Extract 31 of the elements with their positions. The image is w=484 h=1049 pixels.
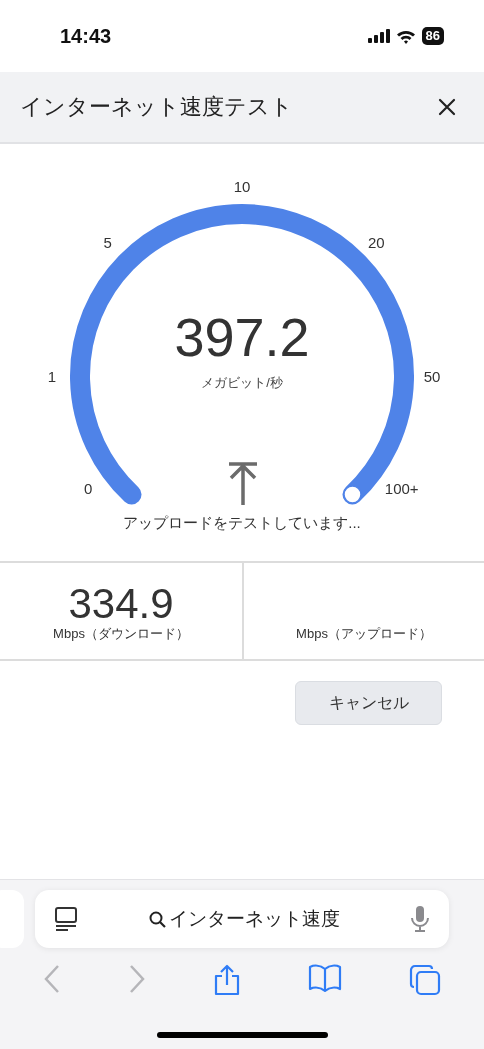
test-status: アップロードをテストしています...: [123, 514, 361, 533]
forward-icon: [128, 964, 147, 994]
reader-icon: [55, 907, 77, 931]
battery-icon: 86: [421, 27, 444, 45]
upload-arrow-icon: [228, 462, 258, 506]
share-icon: [213, 964, 241, 996]
microphone-icon[interactable]: [411, 905, 429, 933]
book-icon: [307, 964, 342, 992]
scale-label: 5: [103, 233, 112, 251]
result-label: Mbps（アップロード）: [296, 625, 432, 643]
search-icon: [148, 910, 166, 928]
result-value: 334.9: [68, 583, 174, 625]
speed-reading: 397.2: [174, 307, 310, 367]
tabs-icon: [408, 964, 441, 996]
page-title: インターネット速度テスト: [20, 93, 293, 121]
scale-label: 10: [233, 177, 251, 195]
signal-icon: [367, 29, 390, 43]
status-time: 14:43: [60, 24, 112, 48]
back-icon: [43, 964, 62, 994]
scale-label: 1: [47, 367, 57, 385]
scale-label: 50: [423, 367, 441, 385]
address-bar[interactable]: インターネット速度: [35, 890, 449, 948]
address-text: インターネット速度: [168, 907, 340, 931]
scale-label: 0: [84, 479, 93, 497]
cancel-button[interactable]: キャンセル: [295, 681, 442, 725]
scale-label: 100+: [384, 479, 419, 497]
close-icon: [438, 98, 456, 116]
wifi-icon: [395, 28, 416, 44]
result-label: Mbps（ダウンロード）: [53, 625, 189, 643]
speed-unit: メガビット/秒: [201, 374, 283, 392]
scale-label: 20: [368, 233, 385, 251]
